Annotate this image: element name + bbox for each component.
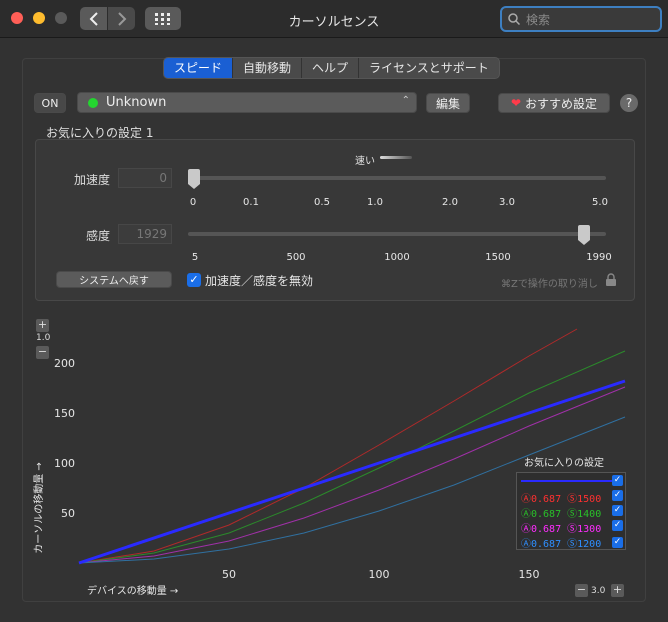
legend-checkbox-1300[interactable]: ✓ [612,520,623,531]
y-tick-label: 200 [54,357,75,370]
legend-row-1300: Ⓐ0.687 Ⓢ1300 [521,524,602,535]
x-axis-label: デバイスの移動量 → [87,584,178,597]
x-tick-label: 50 [222,568,236,581]
y-tick-label: 150 [54,407,75,420]
legend-checkbox-1400[interactable]: ✓ [612,505,623,516]
x-tick-label: 100 [369,568,390,581]
y-tick-label: 50 [61,507,75,520]
zoom-out-x-button[interactable]: − [575,584,588,597]
y-axis-label: カーソルの移動量 → [32,462,45,554]
legend-checkbox-1500[interactable]: ✓ [612,490,623,501]
legend-line-current [521,480,619,482]
legend-row-1200: Ⓐ0.687 Ⓢ1200 [521,539,602,550]
legend-row-1400: Ⓐ0.687 Ⓢ1400 [521,509,602,520]
x-tick-label: 150 [519,568,540,581]
legend-checkbox-current[interactable]: ✓ [612,475,623,486]
legend-title: お気に入りの設定 [524,458,604,469]
legend-box: Ⓐ0.687 Ⓢ1500 Ⓐ0.687 Ⓢ1400 Ⓐ0.687 Ⓢ1300 Ⓐ… [516,472,626,550]
legend-checkbox-1200[interactable]: ✓ [612,537,623,548]
zoom-x-value: 3.0 [591,586,606,596]
zoom-in-x-button[interactable]: + [611,584,624,597]
legend-row-1500: Ⓐ0.687 Ⓢ1500 [521,494,602,505]
y-tick-label: 100 [54,457,75,470]
series-line [78,328,578,564]
